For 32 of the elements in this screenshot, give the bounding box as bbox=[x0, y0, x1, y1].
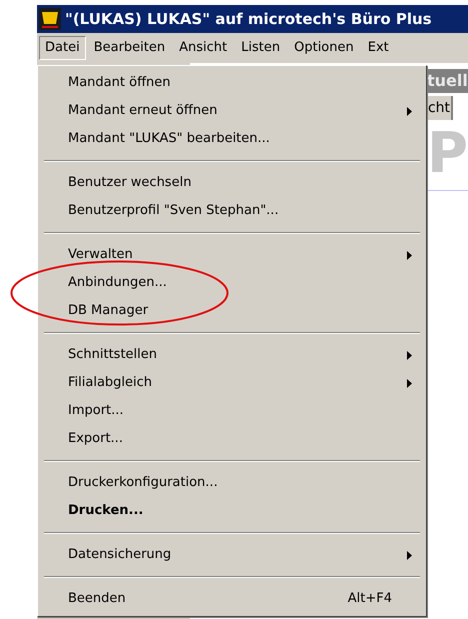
menu-item[interactable]: Export... bbox=[38, 425, 426, 453]
submenu-arrow-icon bbox=[407, 350, 412, 360]
menu-bar-item[interactable]: Ansicht bbox=[173, 36, 234, 60]
menu-item[interactable]: Benutzerprofil "Sven Stephan"... bbox=[38, 197, 426, 225]
menu-bar-item[interactable]: Datei bbox=[39, 36, 86, 60]
menu-bar-item[interactable]: Listen bbox=[235, 36, 286, 60]
panel-header: tuell bbox=[426, 69, 468, 93]
menu-bar-item[interactable]: Ext bbox=[362, 36, 395, 60]
menu-bar-item[interactable]: Optionen bbox=[288, 36, 360, 60]
submenu-arrow-icon bbox=[407, 250, 412, 260]
menu-item[interactable]: Schnittstellen bbox=[38, 341, 426, 369]
submenu-arrow-icon bbox=[407, 106, 412, 116]
menu-item[interactable]: Mandant erneut öffnen bbox=[38, 97, 426, 125]
menu-bar-item[interactable]: Bearbeiten bbox=[88, 36, 172, 60]
menu-item[interactable]: Druckerkonfiguration... bbox=[38, 469, 426, 497]
tab[interactable]: cht bbox=[426, 96, 454, 120]
app-logo-icon bbox=[39, 8, 61, 30]
menu-item[interactable]: Anbindungen... bbox=[38, 269, 426, 297]
shortcut-text: Alt+F4 bbox=[348, 590, 392, 608]
menu-item[interactable]: Mandant "LUKAS" bearbeiten... bbox=[38, 125, 426, 153]
menu-item[interactable]: Mandant öffnen bbox=[38, 69, 426, 97]
menu-item[interactable]: Drucken... bbox=[38, 497, 426, 525]
menu-item[interactable]: Import... bbox=[38, 397, 426, 425]
menu-item[interactable]: Filialabgleich bbox=[38, 369, 426, 397]
menu-item[interactable]: DB Manager bbox=[38, 297, 426, 325]
submenu-arrow-icon bbox=[407, 550, 412, 560]
submenu-arrow-icon bbox=[407, 378, 412, 388]
menu-item[interactable]: Verwalten bbox=[38, 241, 426, 269]
window-title: "(LUKAS) LUKAS" auf microtech's Büro Plus bbox=[65, 8, 432, 30]
menu-item[interactable]: Benutzer wechseln bbox=[38, 169, 426, 197]
menu-item[interactable]: Beenden Alt+F4 bbox=[38, 585, 426, 613]
menu-item[interactable]: Datensicherung bbox=[38, 541, 426, 569]
